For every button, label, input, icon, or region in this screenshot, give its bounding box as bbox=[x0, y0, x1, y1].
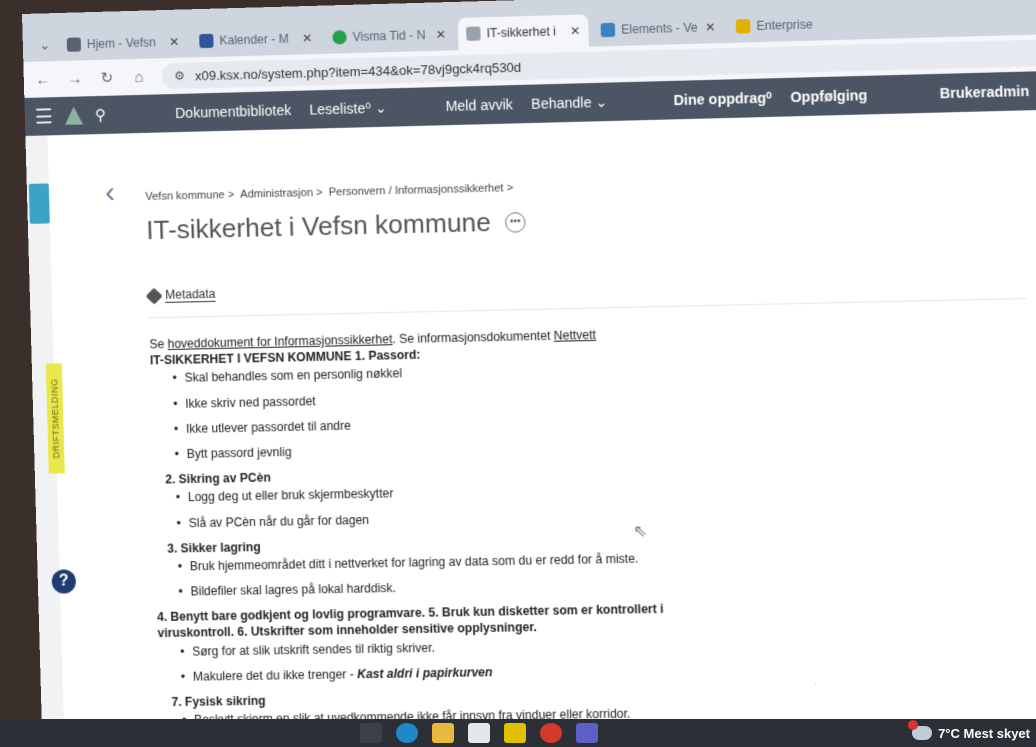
list-item: Makulere det du ikke trenger - Kast aldr… bbox=[181, 655, 1036, 685]
list-item-text: Makulere det du ikke trenger - bbox=[192, 666, 358, 684]
chrome-icon[interactable] bbox=[540, 723, 562, 743]
page-content: ‹ Vefsn kommune > Administrasjon > Perso… bbox=[25, 109, 1036, 747]
home-icon[interactable]: ⌂ bbox=[130, 68, 149, 86]
list-item-emphasis: Kast aldri i papirkurven bbox=[356, 664, 493, 682]
site-settings-icon[interactable]: ⚙ bbox=[174, 69, 185, 83]
back-chevron-icon[interactable]: ‹ bbox=[105, 176, 116, 210]
url-text: x09.ksx.no/system.php?item=434&ok=78vj9g… bbox=[194, 59, 522, 83]
browser-tab[interactable]: Visma Tid - N ✕ bbox=[324, 18, 455, 54]
nav-brukeradmin[interactable]: Brukeradmin bbox=[939, 83, 1029, 102]
browser-tab[interactable]: Elements - Ve ✕ bbox=[592, 11, 724, 47]
document: Vefsn kommune > Administrasjon > Personv… bbox=[145, 169, 1036, 738]
close-icon[interactable]: ✕ bbox=[302, 31, 313, 45]
nav-dokumentbibliotek[interactable]: Dokumentbibliotek bbox=[175, 102, 291, 121]
lead-text: . Se informasjonsdokumentet bbox=[392, 328, 554, 347]
bullet-list: Skal behandles som en personlig nøkkel I… bbox=[172, 352, 1036, 462]
metadata-label: Metadata bbox=[164, 286, 216, 303]
close-icon[interactable]: ✕ bbox=[705, 20, 716, 34]
tab-favicon-icon bbox=[332, 30, 347, 45]
tag-icon bbox=[145, 287, 163, 305]
taskbar-apps bbox=[360, 723, 598, 743]
back-arrow-icon[interactable]: ← bbox=[34, 71, 52, 88]
nav-oppfolging[interactable]: Oppfølging bbox=[790, 87, 867, 105]
nav-leseliste[interactable]: Leseliste⁰ ⌄ bbox=[309, 99, 387, 118]
search-icon[interactable]: ⚲ bbox=[95, 106, 106, 124]
cloud-icon bbox=[908, 720, 933, 740]
close-icon[interactable]: ✕ bbox=[169, 35, 180, 49]
teams-icon[interactable] bbox=[576, 723, 598, 743]
nav-behandle[interactable]: Behandle ⌄ bbox=[531, 93, 608, 112]
file-explorer-icon[interactable] bbox=[432, 723, 454, 743]
breadcrumb-item[interactable]: Personvern / Informasjonssikkerhet > bbox=[329, 182, 514, 199]
monitor-screen: ⌄ Hjem - Vefsn ✕ Kalender - M ✕ Visma Ti… bbox=[22, 0, 1036, 747]
sticky-notes-icon[interactable] bbox=[504, 723, 526, 743]
apps-grid-icon[interactable] bbox=[28, 183, 50, 224]
weather-widget[interactable]: 7°C Mest skyet bbox=[908, 720, 1030, 741]
tab-favicon-icon bbox=[66, 37, 82, 52]
divider bbox=[148, 298, 1027, 319]
hamburger-menu-icon[interactable]: ☰ bbox=[35, 104, 54, 129]
lead-text: Se bbox=[149, 336, 168, 352]
taskbar-app-icon[interactable] bbox=[360, 723, 382, 743]
close-icon[interactable]: ✕ bbox=[436, 27, 447, 41]
tab-favicon-icon bbox=[600, 22, 616, 38]
breadcrumb-item[interactable]: Administrasjon > bbox=[240, 187, 323, 201]
weather-text: 7°C Mest skyet bbox=[938, 725, 1030, 741]
mouse-cursor-icon: ⇖ bbox=[633, 523, 648, 541]
nav-meld-avvik[interactable]: Meld avvik bbox=[445, 96, 513, 114]
tab-title: IT-sikkerhet i bbox=[486, 24, 557, 41]
close-icon[interactable]: ✕ bbox=[570, 24, 581, 38]
browser-tab[interactable]: Enterprise bbox=[727, 7, 860, 43]
page-title: IT-sikkerhet i Vefsn kommune bbox=[145, 206, 492, 246]
edge-icon[interactable] bbox=[396, 723, 418, 743]
app-logo-icon[interactable] bbox=[65, 106, 84, 124]
more-options-icon[interactable]: ••• bbox=[504, 211, 526, 233]
tab-title: Visma Tid - N bbox=[352, 27, 426, 45]
tab-list-chevron-icon[interactable]: ⌄ bbox=[34, 29, 55, 62]
os-taskbar: 7°C Mest skyet bbox=[0, 719, 1036, 747]
tab-title: Hjem - Vefsn bbox=[86, 35, 157, 52]
document-icon[interactable] bbox=[468, 723, 490, 743]
forward-arrow-icon[interactable]: → bbox=[66, 70, 84, 87]
browser-tab[interactable]: Hjem - Vefsn ✕ bbox=[58, 25, 187, 61]
metadata-link[interactable]: Metadata bbox=[145, 268, 1036, 305]
browser-tab-active[interactable]: IT-sikkerhet i ✕ bbox=[457, 14, 589, 51]
nav-dine-oppdrag[interactable]: Dine oppdrag⁰ bbox=[673, 89, 772, 109]
document-body: Se hoveddokument for Informasjonssikkerh… bbox=[149, 317, 1036, 729]
tab-title: Kalender - M bbox=[219, 31, 289, 48]
tab-favicon-icon bbox=[735, 19, 751, 34]
driftsmelding-tab[interactable]: DRIFTSMELDING bbox=[45, 363, 65, 474]
nettvett-link[interactable]: Nettvett bbox=[554, 328, 597, 343]
browser-tab[interactable]: Kalender - M ✕ bbox=[191, 22, 321, 58]
list-item: Bildefiler skal lagres på lokal harddisk… bbox=[178, 569, 1036, 600]
alert-badge bbox=[908, 720, 919, 730]
tab-favicon-icon bbox=[199, 33, 214, 49]
breadcrumb-item[interactable]: Vefsn kommune > bbox=[145, 189, 234, 203]
reload-icon[interactable]: ↻ bbox=[98, 69, 117, 88]
tab-title: Elements - Ve bbox=[620, 20, 698, 37]
tab-title: Enterprise bbox=[756, 17, 813, 34]
tab-favicon-icon bbox=[466, 26, 481, 41]
